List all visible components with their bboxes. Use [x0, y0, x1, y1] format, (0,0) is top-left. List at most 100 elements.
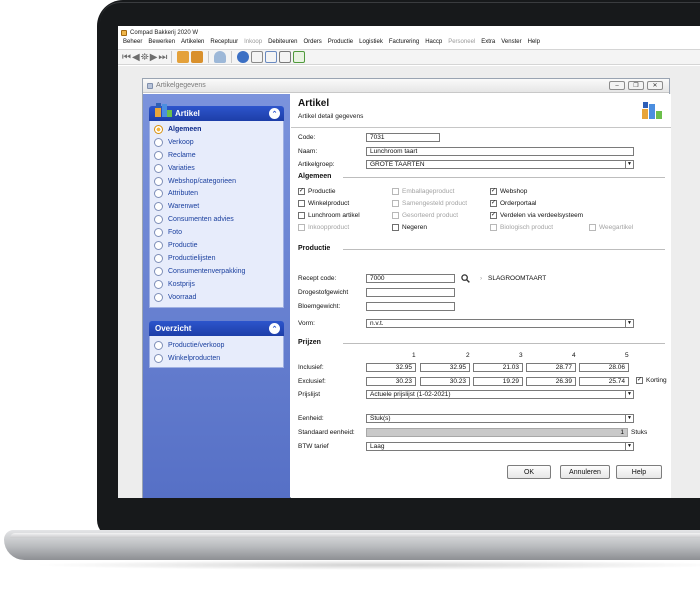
inclusief-price-field[interactable]: 28.06 — [579, 363, 629, 372]
help-button[interactable]: Help — [616, 465, 662, 479]
nav-item-productie[interactable]: Productie — [150, 239, 283, 252]
users-icon[interactable] — [237, 51, 250, 63]
nav-item-productie-verkoop[interactable]: Productie/verkoop — [150, 339, 283, 352]
nav-last-icon[interactable]: ⏭ — [158, 52, 167, 63]
chevron-down-icon[interactable]: ▼ — [625, 161, 633, 168]
nav-item-attributen[interactable]: Attributen — [150, 187, 283, 200]
nav-prev-icon[interactable]: ◀ — [132, 52, 140, 63]
document-icon[interactable] — [251, 51, 264, 63]
radio-icon[interactable] — [154, 150, 163, 160]
nav-item-verkoop[interactable]: Verkoop — [150, 136, 283, 149]
nav-item-warenwet[interactable]: Warenwet — [150, 200, 283, 213]
radio-icon[interactable] — [154, 266, 163, 276]
checkbox-box[interactable]: ✓ — [298, 188, 305, 195]
checkbox-box[interactable] — [392, 224, 399, 231]
print-icon[interactable] — [279, 51, 292, 63]
radio-icon[interactable] — [154, 202, 163, 212]
nav-item-webshop-categorieen[interactable]: Webshop/categorieen — [150, 175, 283, 188]
radio-icon[interactable] — [154, 340, 163, 350]
exclusief-price-field[interactable]: 25.74 — [579, 377, 629, 386]
ok-button[interactable]: OK — [507, 465, 551, 479]
menu-inkoop[interactable]: Inkoop — [241, 38, 265, 48]
checkbox-productie[interactable]: ✓ Productie — [298, 188, 335, 195]
checkbox-box[interactable]: ✓ — [490, 212, 497, 219]
korting-checkbox[interactable]: ✓ Korting — [636, 377, 667, 384]
menu-bewerken[interactable]: Bewerken — [145, 38, 178, 48]
menu-facturering[interactable]: Facturering — [386, 38, 422, 48]
chevron-down-icon[interactable]: ▼ — [625, 391, 633, 398]
radio-icon[interactable] — [154, 253, 163, 263]
menu-haccp[interactable]: Haccp — [422, 38, 445, 48]
nav-search-icon[interactable]: ⛯ — [141, 52, 149, 63]
nav-item-consumenten-advies[interactable]: Consumenten advies — [150, 213, 283, 226]
naam-field[interactable]: Lunchroom taart — [366, 147, 634, 156]
chevron-down-icon[interactable]: ▼ — [625, 415, 633, 422]
vorm-select[interactable]: n.v.t. ▼ — [366, 319, 634, 328]
report-icon[interactable] — [265, 51, 278, 63]
exclusief-price-field[interactable]: 30.23 — [366, 377, 416, 386]
checkbox-lunchroom-artikel[interactable]: Lunchroom artikel — [298, 212, 360, 219]
menu-logistiek[interactable]: Logistiek — [356, 38, 386, 48]
nav-item-foto[interactable]: Foto — [150, 226, 283, 239]
chevron-down-icon[interactable]: ▼ — [625, 320, 633, 327]
annuleren-button[interactable]: Annuleren — [560, 465, 610, 479]
close-button[interactable]: ✕ — [647, 81, 663, 90]
window-titlebar[interactable]: Artikelgegevens ‒ ❐ ✕ — [143, 79, 669, 93]
checkbox-box[interactable] — [298, 200, 305, 207]
inclusief-price-field[interactable]: 32.95 — [420, 363, 470, 372]
checkbox-box[interactable] — [298, 212, 305, 219]
btw-select[interactable]: Laag ▼ — [366, 442, 634, 451]
exclusief-price-field[interactable]: 26.39 — [526, 377, 576, 386]
artikelgroep-select[interactable]: GROTE TAARTEN ▼ — [366, 160, 634, 169]
nav-item-winkelproducten[interactable]: Winkelproducten — [150, 352, 283, 365]
radio-icon[interactable] — [154, 279, 163, 289]
menu-debiteuren[interactable]: Debiteuren — [265, 38, 300, 48]
artikel-panel-header[interactable]: Artikel ⌃ — [149, 103, 284, 121]
nav-first-icon[interactable]: ⏮ — [122, 52, 131, 63]
radio-icon[interactable] — [154, 176, 163, 186]
overzicht-panel-header[interactable]: Overzicht ⌃ — [149, 321, 284, 336]
menu-personeel[interactable]: Personeel — [445, 38, 478, 48]
checkbox-winkelproduct[interactable]: Winkelproduct — [298, 200, 349, 207]
radio-icon[interactable] — [154, 228, 163, 238]
menu-productie[interactable]: Productie — [325, 38, 356, 48]
korting-box[interactable]: ✓ — [636, 377, 643, 384]
collapse-icon[interactable]: ⌃ — [269, 108, 280, 119]
radio-icon[interactable] — [154, 163, 163, 173]
nav-item-reclame[interactable]: Reclame — [150, 149, 283, 162]
minimize-button[interactable]: ‒ — [609, 81, 625, 90]
checkbox-webshop[interactable]: ✓ Webshop — [490, 188, 527, 195]
search-icon[interactable] — [461, 274, 470, 283]
inclusief-price-field[interactable]: 32.95 — [366, 363, 416, 372]
nav-next-icon[interactable]: ▶ — [150, 52, 158, 63]
checkbox-box[interactable]: ✓ — [490, 188, 497, 195]
menu-venster[interactable]: Venster — [498, 38, 524, 48]
exclusief-price-field[interactable]: 30.23 — [420, 377, 470, 386]
menu-extra[interactable]: Extra — [478, 38, 498, 48]
radio-icon[interactable] — [154, 189, 163, 199]
radio-icon[interactable] — [154, 124, 163, 134]
menu-orders[interactable]: Orders — [300, 38, 324, 48]
nav-item-algemeen[interactable]: Algemeen — [150, 123, 283, 136]
checkbox-verdelen-via-verdeelsysteem[interactable]: ✓ Verdelen via verdeelsysteem — [490, 212, 583, 219]
checkbox-negeren[interactable]: Negeren — [392, 224, 427, 231]
export-icon[interactable] — [293, 51, 306, 63]
exclusief-price-field[interactable]: 19.29 — [473, 377, 523, 386]
edit-all-icon[interactable] — [191, 51, 204, 63]
checkbox-orderportaal[interactable]: ✓ Orderportaal — [490, 200, 537, 207]
basket-icon[interactable] — [214, 51, 227, 63]
radio-icon[interactable] — [154, 215, 163, 225]
menu-beheer[interactable]: Beheer — [120, 38, 145, 48]
collapse-icon[interactable]: ⌃ — [269, 323, 280, 334]
radio-icon[interactable] — [154, 353, 163, 363]
code-field[interactable]: 7031 — [366, 133, 440, 142]
nav-item-voorraad[interactable]: Voorraad — [150, 291, 283, 304]
nav-item-kostprijs[interactable]: Kostprijs — [150, 278, 283, 291]
inclusief-price-field[interactable]: 21.03 — [473, 363, 523, 372]
menu-receptuur[interactable]: Receptuur — [207, 38, 241, 48]
radio-icon[interactable] — [154, 240, 163, 250]
restore-button[interactable]: ❐ — [628, 81, 644, 90]
checkbox-box[interactable]: ✓ — [490, 200, 497, 207]
radio-icon[interactable] — [154, 292, 163, 302]
chevron-down-icon[interactable]: ▼ — [625, 443, 633, 450]
